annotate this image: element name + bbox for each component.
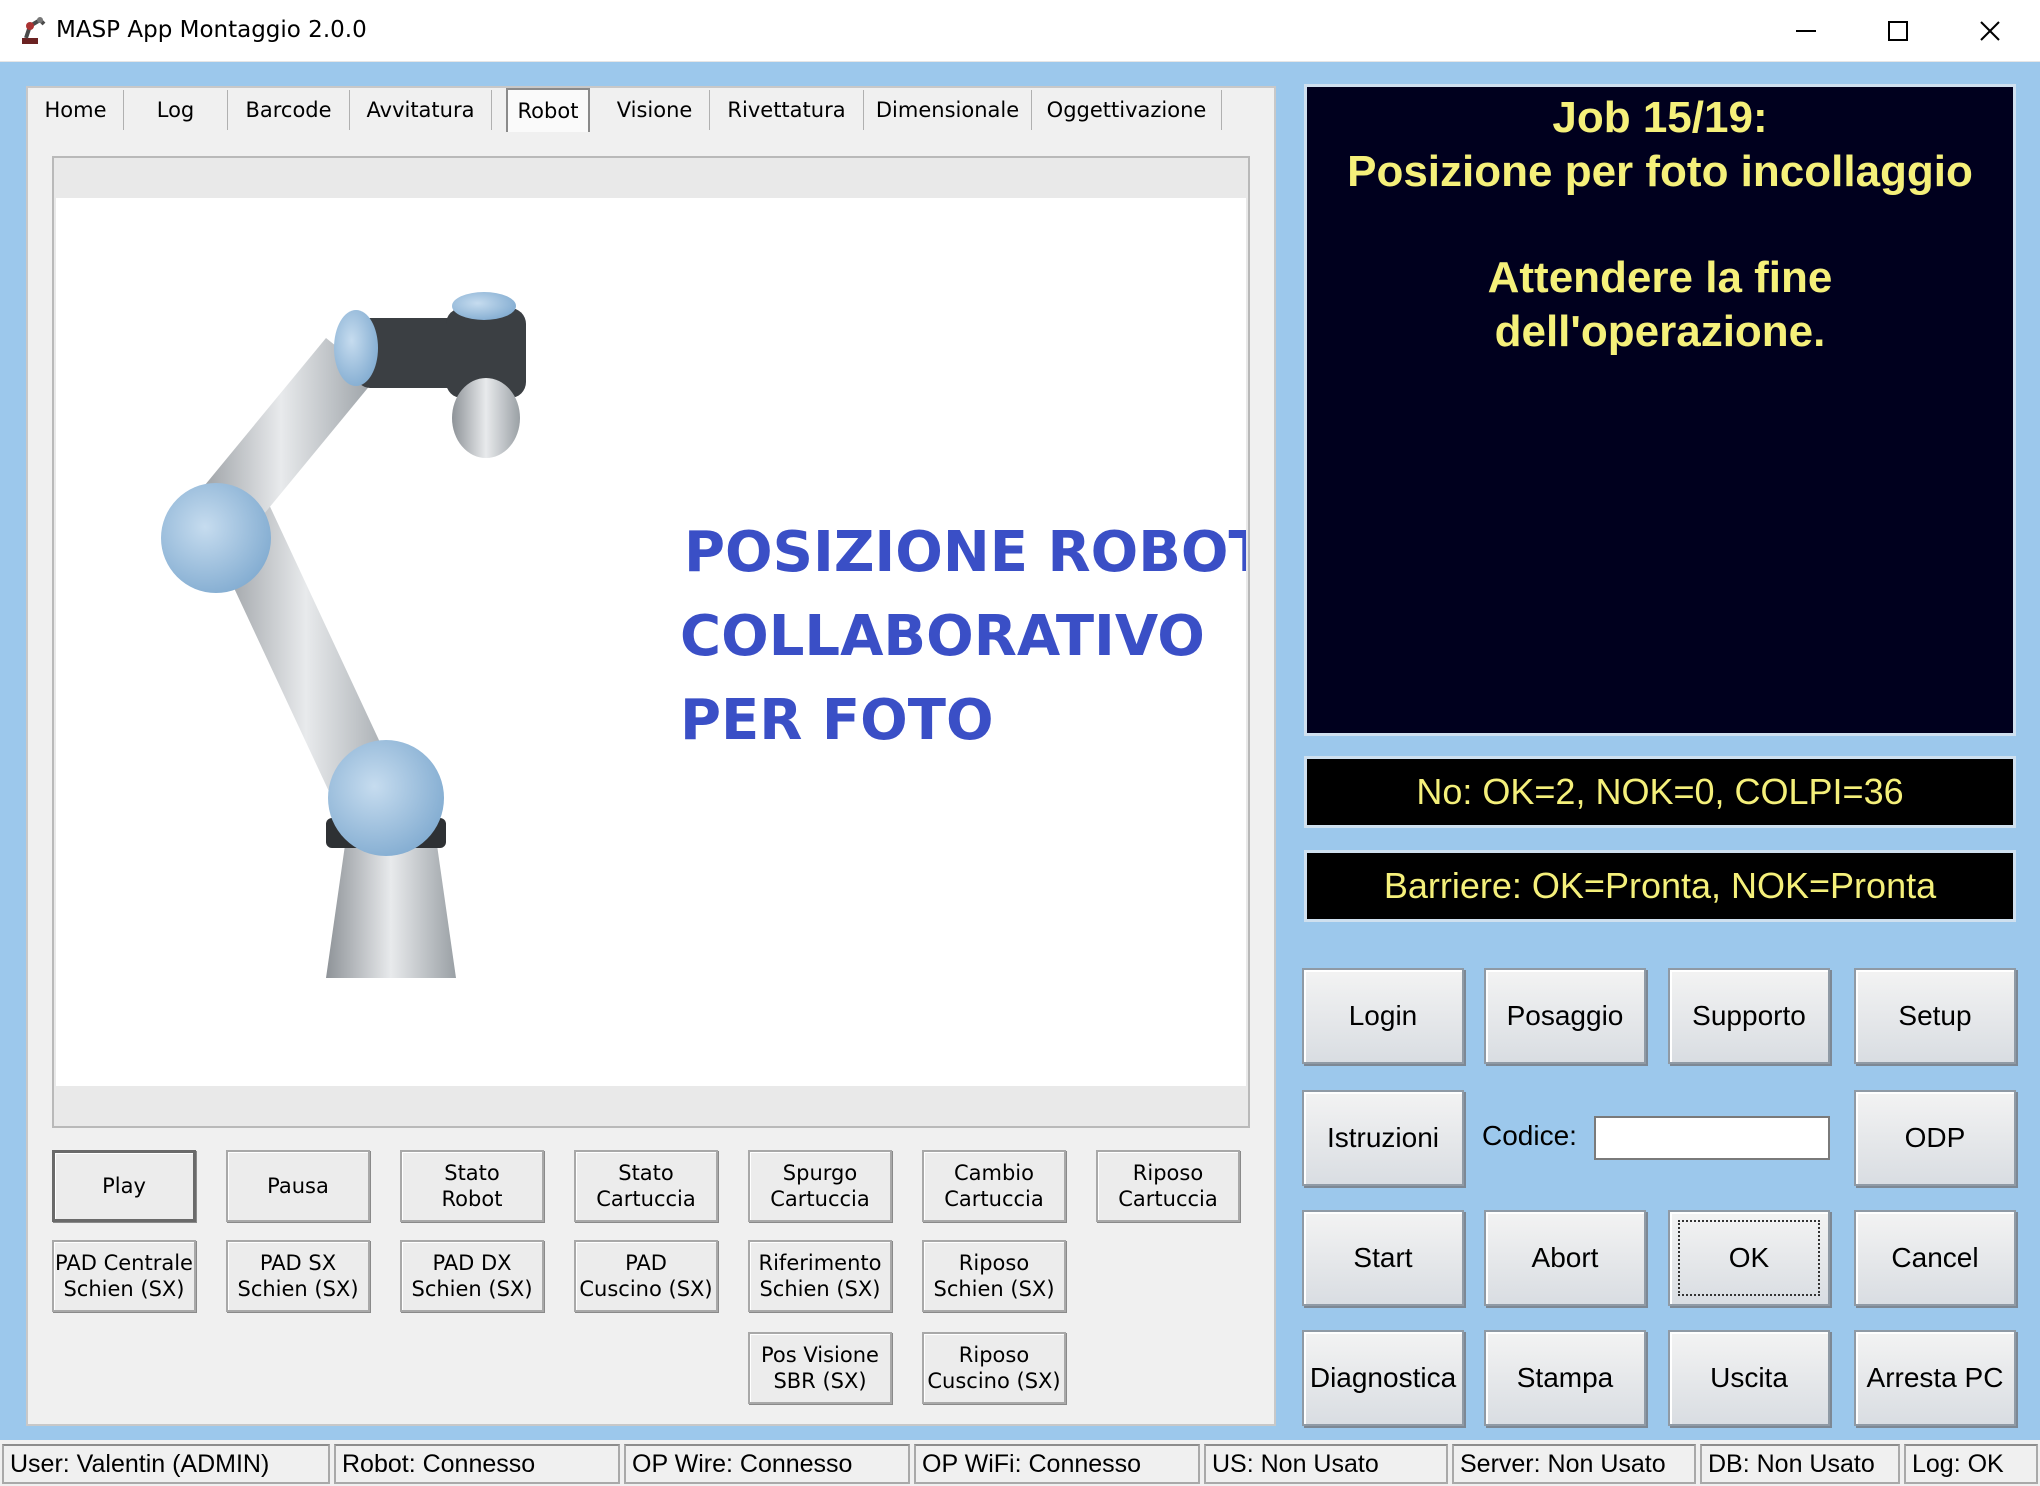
status-db: DB: Non Usato	[1700, 1444, 1900, 1484]
minimize-button[interactable]	[1760, 0, 1852, 62]
spurgo-cartuccia-button[interactable]: Spurgo Cartuccia	[748, 1150, 892, 1222]
status-bar: User: Valentin (ADMIN) Robot: Connesso O…	[0, 1440, 2040, 1486]
close-button[interactable]	[1944, 0, 2036, 62]
codice-input[interactable]	[1594, 1116, 1830, 1160]
istruzioni-button[interactable]: Istruzioni	[1302, 1090, 1464, 1186]
start-button[interactable]: Start	[1302, 1210, 1464, 1306]
tab-panel: Home Log Barcode Avvitatura Robot Vision…	[26, 86, 1276, 1426]
status-us: US: Non Usato	[1204, 1444, 1448, 1484]
robot-arm-icon	[22, 17, 46, 44]
pos-visione-sbr-button[interactable]: Pos Visione SBR (SX)	[748, 1332, 892, 1404]
cancel-button[interactable]: Cancel	[1854, 1210, 2016, 1306]
tab-dimensionale[interactable]: Dimensionale	[864, 90, 1032, 130]
uscita-button[interactable]: Uscita	[1668, 1330, 1830, 1426]
status-log: Log: OK	[1904, 1444, 2038, 1484]
robot-caption-line-1: POSIZIONE ROBOT	[684, 520, 1246, 585]
play-button[interactable]: Play	[52, 1150, 196, 1222]
tab-robot[interactable]: Robot	[506, 88, 590, 132]
close-icon	[1980, 21, 2000, 41]
job-step: Posizione per foto incollaggio	[1347, 147, 1973, 196]
status-op-wifi: OP WiFi: Connesso	[914, 1444, 1200, 1484]
pausa-button[interactable]: Pausa	[226, 1150, 370, 1222]
window-title: MASP App Montaggio 2.0.0	[56, 17, 367, 43]
robot-image-frame: POSIZIONE ROBOT COLLABORATIVO PER FOTO	[52, 156, 1250, 1128]
status-robot: Robot: Connesso	[334, 1444, 620, 1484]
pad-dx-schien-button[interactable]: PAD DX Schien (SX)	[400, 1240, 544, 1312]
pad-centrale-schien-button[interactable]: PAD Centrale Schien (SX)	[52, 1240, 196, 1312]
status-user: User: Valentin (ADMIN)	[2, 1444, 330, 1484]
tab-visione[interactable]: Visione	[600, 90, 710, 130]
pad-cuscino-button[interactable]: PAD Cuscino (SX)	[574, 1240, 718, 1312]
job-title: Job 15/19:	[1552, 93, 1768, 142]
odp-button[interactable]: ODP	[1854, 1090, 2016, 1186]
robot-caption-line-2: COLLABORATIVO	[680, 604, 1205, 669]
status-server: Server: Non Usato	[1452, 1444, 1696, 1484]
tab-home[interactable]: Home	[28, 90, 124, 130]
riposo-schien-button[interactable]: Riposo Schien (SX)	[922, 1240, 1066, 1312]
codice-label: Codice:	[1482, 1120, 1577, 1151]
login-button[interactable]: Login	[1302, 968, 1464, 1064]
ok-button[interactable]: OK	[1668, 1210, 1830, 1306]
tab-avvitatura[interactable]: Avvitatura	[350, 90, 492, 130]
job-status-panel: Job 15/19: Posizione per foto incollaggi…	[1304, 84, 2016, 736]
robot-caption-line-3: PER FOTO	[680, 688, 994, 753]
tab-rivettatura[interactable]: Rivettatura	[710, 90, 864, 130]
abort-button[interactable]: Abort	[1484, 1210, 1646, 1306]
stato-robot-button[interactable]: Stato Robot	[400, 1150, 544, 1222]
job-message-line-1: Attendere la fine	[1487, 253, 1833, 302]
riposo-cartuccia-button[interactable]: Riposo Cartuccia	[1096, 1150, 1240, 1222]
job-message-line-2: dell'operazione.	[1494, 307, 1826, 356]
maximize-button[interactable]	[1852, 0, 1944, 62]
riferimento-schien-button[interactable]: Riferimento Schien (SX)	[748, 1240, 892, 1312]
title-bar: MASP App Montaggio 2.0.0	[0, 0, 2040, 62]
arresta-pc-button[interactable]: Arresta PC	[1854, 1330, 2016, 1426]
tab-log[interactable]: Log	[124, 90, 228, 130]
barriers-display: Barriere: OK=Pronta, NOK=Pronta	[1304, 850, 2016, 922]
supporto-button[interactable]: Supporto	[1668, 968, 1830, 1064]
riposo-cuscino-button[interactable]: Riposo Cuscino (SX)	[922, 1332, 1066, 1404]
cambio-cartuccia-button[interactable]: Cambio Cartuccia	[922, 1150, 1066, 1222]
tab-barcode[interactable]: Barcode	[228, 90, 350, 130]
tab-strip: Home Log Barcode Avvitatura Robot Vision…	[28, 88, 1274, 134]
tab-oggettivazione[interactable]: Oggettivazione	[1032, 90, 1222, 130]
maximize-icon	[1888, 21, 1908, 41]
status-op-wire: OP Wire: Connesso	[624, 1444, 910, 1484]
diagnostica-button[interactable]: Diagnostica	[1302, 1330, 1464, 1426]
setup-button[interactable]: Setup	[1854, 968, 2016, 1064]
stampa-button[interactable]: Stampa	[1484, 1330, 1646, 1426]
counters-display: No: OK=2, NOK=0, COLPI=36	[1304, 756, 2016, 828]
pad-sx-schien-button[interactable]: PAD SX Schien (SX)	[226, 1240, 370, 1312]
collaborative-robot-image	[161, 292, 526, 978]
posaggio-button[interactable]: Posaggio	[1484, 968, 1646, 1064]
client-area: Home Log Barcode Avvitatura Robot Vision…	[0, 62, 2040, 1440]
minimize-icon	[1796, 30, 1816, 32]
stato-cartuccia-button[interactable]: Stato Cartuccia	[574, 1150, 718, 1222]
robot-image: POSIZIONE ROBOT COLLABORATIVO PER FOTO	[56, 198, 1246, 1086]
